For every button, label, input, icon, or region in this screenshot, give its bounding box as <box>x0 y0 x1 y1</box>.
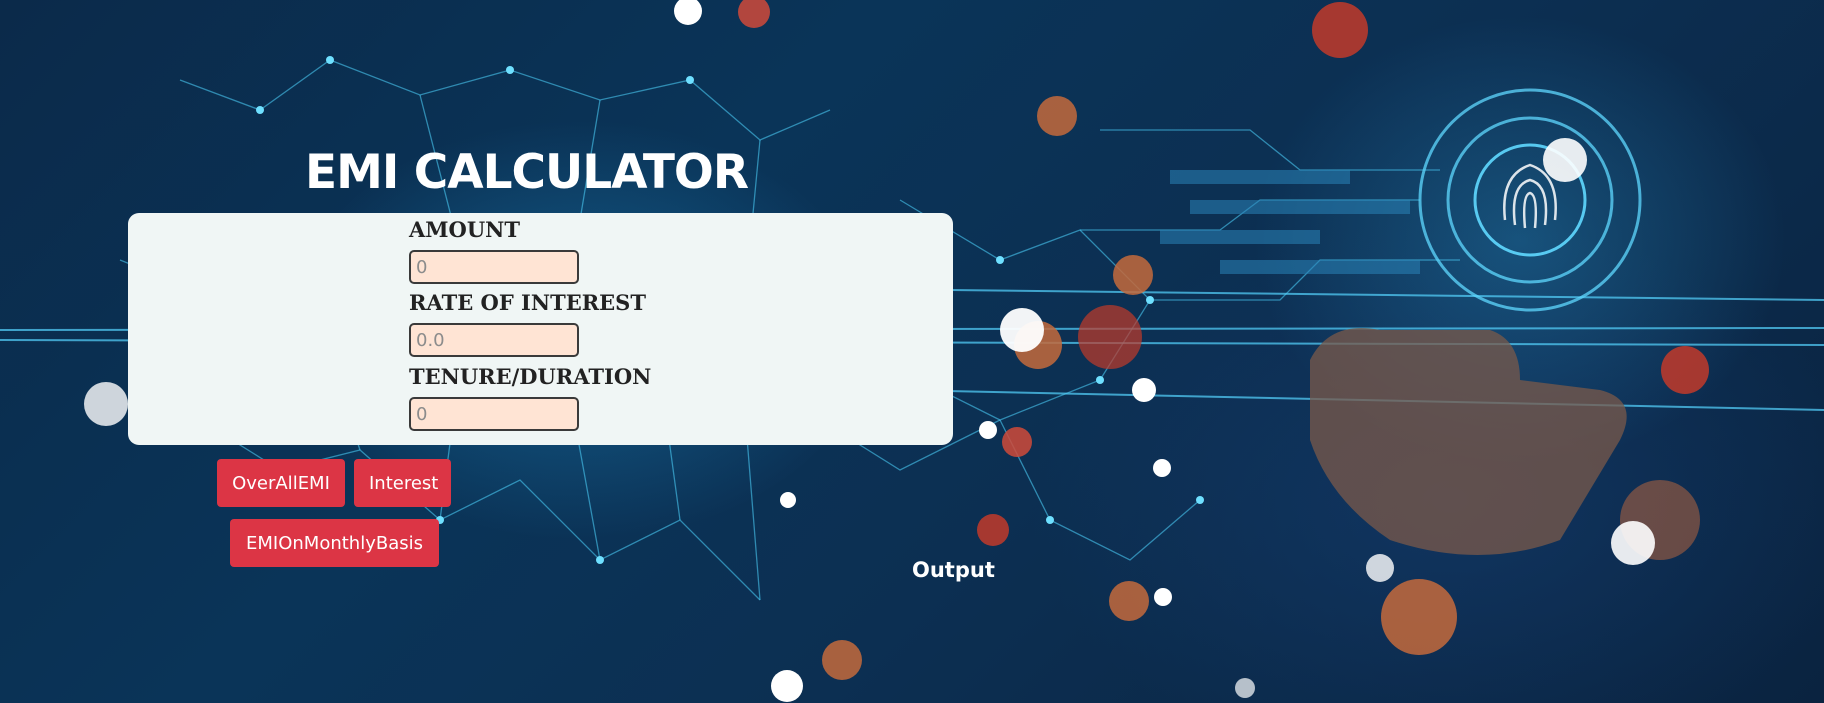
emi-monthly-basis-button[interactable]: EMIOnMonthlyBasis <box>230 519 439 567</box>
tenure-input[interactable] <box>409 397 579 431</box>
overall-emi-button[interactable]: OverAllEMI <box>217 459 345 507</box>
amount-label: AMOUNT <box>409 217 520 242</box>
interest-button[interactable]: Interest <box>354 459 451 507</box>
rate-of-interest-input[interactable] <box>409 323 579 357</box>
page-title: EMI CALCULATOR <box>305 145 749 200</box>
output-label: Output <box>912 558 995 582</box>
tenure-label: TENURE/DURATION <box>409 364 652 389</box>
amount-input[interactable] <box>409 250 579 284</box>
rate-of-interest-label: RATE OF INTEREST <box>409 290 646 315</box>
